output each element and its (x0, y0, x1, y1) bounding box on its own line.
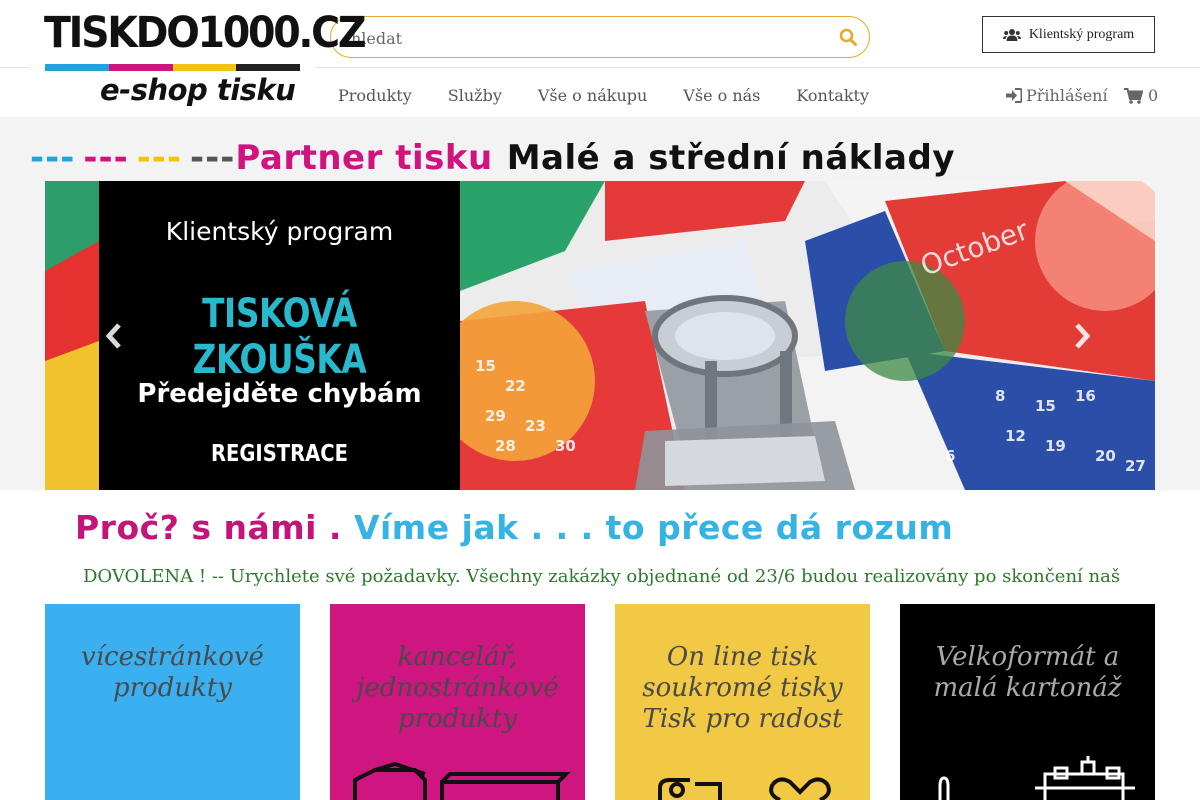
logo-bar-yellow (172, 64, 237, 71)
tile-line: vícestránkové (81, 642, 264, 672)
category-tile-multipage[interactable]: vícestránkové produkty (45, 604, 300, 800)
office-print-icon (353, 761, 571, 800)
logo-bar-cyan (45, 64, 109, 71)
category-tile-office[interactable]: kancelář, jednostránkové produkty (330, 604, 585, 800)
hero-tagline: --- --- --- --- Partner tisku Malé a stř… (30, 136, 955, 180)
svg-text:12: 12 (1005, 427, 1026, 445)
tagline-rest: Malé a střední náklady (506, 138, 956, 178)
login-link[interactable]: Přihlášení (1006, 86, 1108, 105)
search-input[interactable] (351, 26, 821, 50)
shopping-cart-icon (1124, 87, 1143, 104)
svg-text:27: 27 (1125, 457, 1146, 475)
sign-in-icon (1006, 88, 1022, 103)
logo-color-bars (45, 64, 300, 71)
tagline-dash-black: --- (190, 138, 236, 178)
nav-item-produkty[interactable]: Produkty (338, 86, 412, 105)
client-program-button[interactable]: Klientský program (982, 16, 1155, 53)
nav-item-kontakty[interactable]: Kontakty (796, 86, 869, 105)
hero-carousel[interactable]: 152229 232830 81516 121920 276 2916 Octo… (45, 181, 1155, 490)
category-tile-online[interactable]: On line tisk soukromé tisky Tisk pro rad… (615, 604, 870, 800)
tagline-dash-magenta: --- (83, 138, 129, 178)
large-format-icon (938, 756, 1135, 800)
svg-text:15: 15 (1035, 397, 1056, 415)
client-program-label: Klientský program (1028, 26, 1135, 42)
carousel-next-icon[interactable] (1071, 319, 1093, 353)
vacation-notice: DOVOLENA ! -- Urychlete své požadavky. V… (83, 566, 1121, 587)
slide-cta[interactable]: REGISTRACE (126, 441, 433, 467)
carousel-prev-icon[interactable] (103, 319, 125, 353)
svg-text:29: 29 (485, 407, 506, 425)
tagline-partner: Partner tisku (235, 138, 493, 178)
svg-text:16: 16 (1075, 387, 1096, 405)
logo-wordmark: TISKDO1000.CZ (44, 8, 367, 58)
site-logo[interactable]: TISKDO1000.CZ e-shop tisku (30, 0, 367, 116)
search-icon[interactable] (839, 28, 857, 46)
gift-icon (658, 777, 831, 800)
nav-item-sluzby[interactable]: Služby (448, 86, 502, 105)
nav-item-vse-o-nakupu[interactable]: Vše o nákupu (538, 86, 647, 105)
slide-heading: Klientský program (165, 217, 394, 246)
svg-text:20: 20 (1095, 447, 1116, 465)
slide-title: TISKOVÁ ZKOUŠKA (192, 291, 367, 383)
cart-count: 0 (1148, 86, 1159, 105)
tile-label: vícestránkové produkty (45, 642, 300, 704)
login-label: Přihlášení (1026, 86, 1108, 105)
users-icon (1002, 28, 1021, 41)
category-tile-largeformat[interactable]: Velkoformát a malá kartonáž (900, 604, 1155, 800)
svg-text:6: 6 (945, 447, 955, 465)
svg-text:15: 15 (475, 357, 496, 375)
why-part-1: Proč? s námi . (75, 508, 342, 547)
tile-line: produkty (112, 673, 232, 703)
svg-text:8: 8 (995, 387, 1005, 405)
main-nav: Produkty Služby Vše o nákupu Vše o nás K… (338, 86, 869, 105)
nav-item-vse-o-nas[interactable]: Vše o nás (683, 86, 760, 105)
logo-bar-magenta (108, 64, 173, 71)
search-box (330, 16, 870, 58)
tagline-dash-cyan: --- (30, 138, 76, 178)
svg-text:19: 19 (1045, 437, 1066, 455)
why-part-2: Víme jak . . . to přece dá rozum (353, 508, 954, 547)
logo-bar-black (236, 64, 300, 71)
why-heading: Proč? s námi . Víme jak . . . to přece d… (75, 508, 953, 547)
logo-subtitle: e-shop tisku (100, 73, 296, 107)
slide-promo-panel[interactable]: Klientský program TISKOVÁ ZKOUŠKA Předej… (99, 181, 460, 490)
tagline-dash-yellow: --- (136, 138, 183, 178)
svg-text:22: 22 (505, 377, 526, 395)
svg-text:28: 28 (495, 437, 516, 455)
svg-text:30: 30 (555, 437, 576, 455)
svg-text:23: 23 (525, 417, 546, 435)
slide-subtitle: Předejděte chybám (137, 379, 422, 409)
cart-link[interactable]: 0 (1124, 86, 1158, 105)
